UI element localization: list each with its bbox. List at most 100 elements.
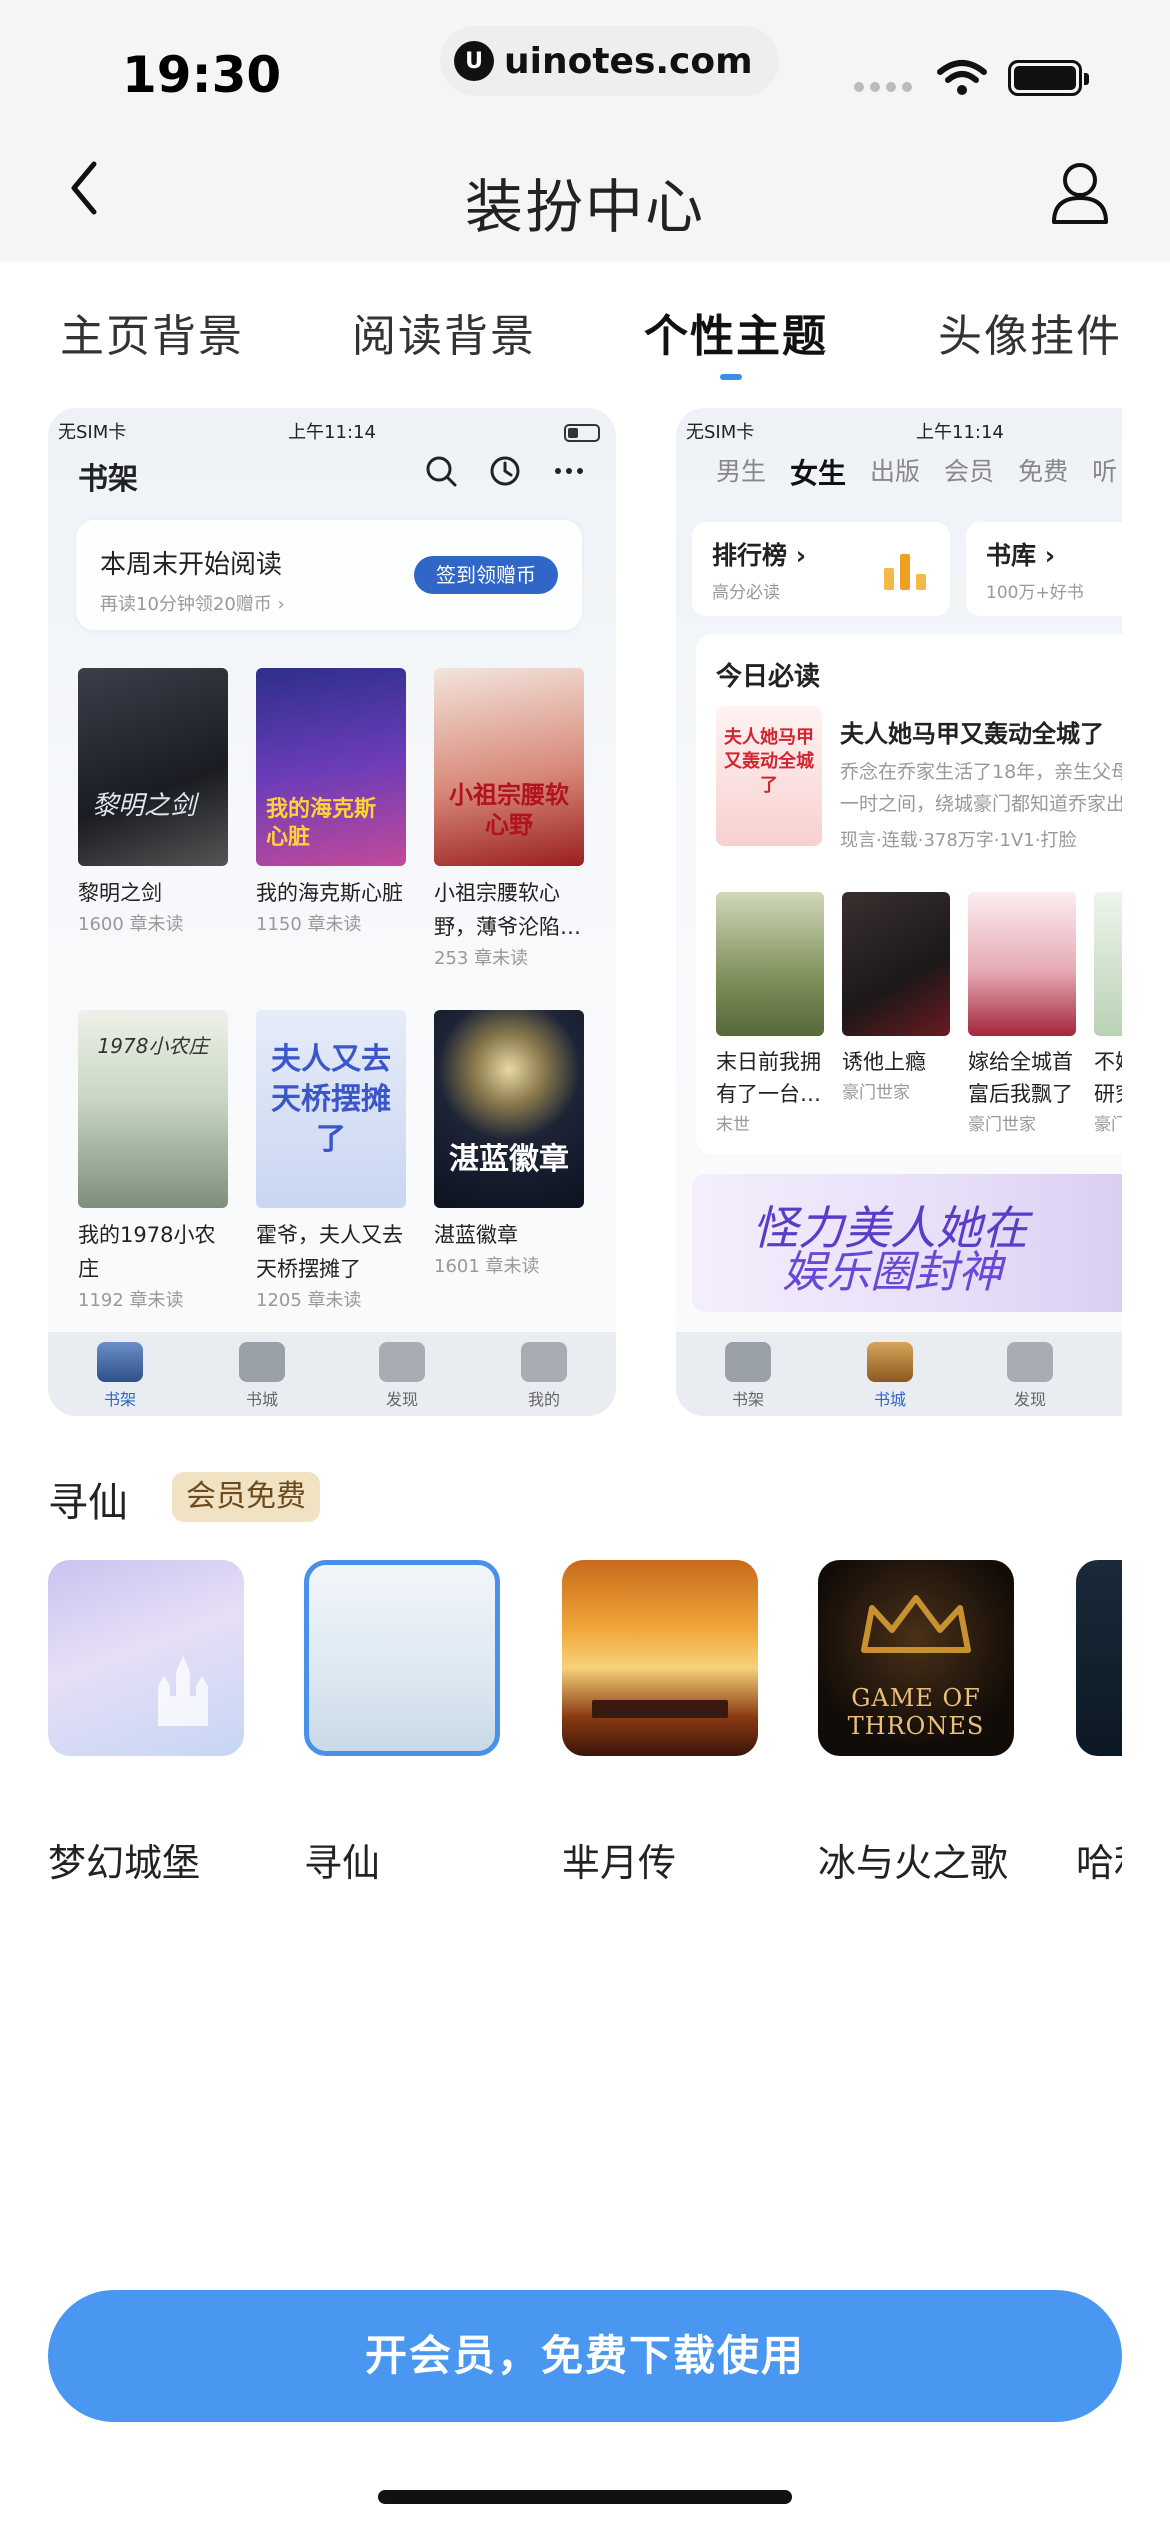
- card-subtitle: 100万+好书: [986, 583, 1084, 603]
- discover-icon: [379, 1342, 425, 1382]
- theme-preview-bookshelf[interactable]: 无SIM卡 上午11:14 书架 本周末开始阅读 再读10分钟领20赠币 › 签…: [48, 408, 616, 1416]
- theme-section-title: 寻仙: [48, 1480, 128, 1526]
- featured-book-cover: 夫人她马甲又轰动全城了: [716, 706, 822, 846]
- theme-thumbnail-selected: [304, 1560, 500, 1756]
- ranking-bars-icon: [884, 554, 926, 590]
- preview-bottom-nav: 书架 书城 发现 我的: [48, 1332, 616, 1416]
- tab-home-background[interactable]: 主页背景: [60, 300, 244, 364]
- featured-desc: 乔念在乔家生活了18年，亲生父母找: [840, 761, 1122, 783]
- today-must-read: 今日必读 夫人她马甲又轰动全城了 夫人她马甲又轰动全城了 乔念在乔家生活了18年…: [696, 634, 1122, 1154]
- theme-name: 冰与火之歌: [818, 1841, 1009, 1885]
- crown-icon: [861, 1595, 971, 1653]
- tab-avatar-frame[interactable]: 头像挂件: [938, 300, 1122, 364]
- preview-time: 上午11:14: [288, 422, 376, 443]
- book-item: 末日前我拥有了一台… 末世: [716, 892, 824, 1140]
- preview-battery-icon: [564, 424, 600, 442]
- more-icon: [555, 468, 583, 474]
- tab-bar: 主页背景 阅读背景 个性主题 头像挂件: [0, 300, 1170, 380]
- cover-text: 湛蓝徽章: [449, 1142, 569, 1177]
- book-item: 诱他上瘾 豪门世家: [842, 892, 950, 1108]
- preview-nav-bookshelf: 书架: [90, 1342, 150, 1410]
- library-card: 书库 › 100万+好书: [966, 522, 1122, 616]
- theme-item-miyue[interactable]: 芈月传: [562, 1560, 758, 1885]
- book-title: 我的海克斯心脏: [256, 881, 403, 905]
- preview-nav-store: 书城: [232, 1342, 292, 1410]
- book-cover: [842, 892, 950, 1036]
- category-vip: 会员: [944, 457, 995, 486]
- theme-name: 芈月传: [562, 1841, 677, 1885]
- page-title: 装扮中心: [464, 173, 705, 241]
- book-meta: 253 章未读: [434, 948, 529, 969]
- book-item: 湛蓝徽章 湛蓝徽章 1601 章未读: [434, 1010, 584, 1282]
- discover-icon: [1007, 1342, 1053, 1382]
- book-cover: 湛蓝徽章: [434, 1010, 584, 1208]
- tab-reading-background[interactable]: 阅读背景: [352, 300, 536, 364]
- preview-time: 上午11:14: [916, 422, 1004, 443]
- book-meta: 豪门世家: [968, 1115, 1036, 1135]
- book-item: 1978小农庄 我的1978小农庄 1192 章未读: [78, 1010, 228, 1316]
- vip-free-badge: 会员免费: [172, 1472, 320, 1522]
- preview-categories: 男生 女生 出版 会员 免费 听: [716, 452, 1117, 492]
- home-indicator: [378, 2490, 792, 2504]
- status-time: 19:30: [122, 46, 282, 104]
- book-cover: 小祖宗腰软心野: [434, 668, 584, 866]
- card-title: 排行榜 ›: [712, 541, 807, 570]
- url-pill[interactable]: U uinotes.com: [440, 26, 779, 96]
- theme-thumbnail: [48, 1560, 244, 1756]
- bookshelf-icon: [97, 1342, 143, 1382]
- banner-subtitle: 再读10分钟领20赠币 ›: [100, 594, 285, 615]
- book-cover: [1094, 892, 1122, 1036]
- theme-preview-store[interactable]: 无SIM卡 上午11:14 男生 女生 出版 会员 免费 听 排行榜 › 高分必…: [676, 408, 1122, 1416]
- category-audio: 听: [1092, 457, 1118, 486]
- book-title: 嫁给全城首富后我飘了: [968, 1050, 1073, 1106]
- active-tab-indicator: [720, 374, 742, 380]
- theme-item-game-of-thrones[interactable]: GAME OF THRONES 冰与火之歌: [818, 1560, 1014, 1885]
- theme-thumbnail: [562, 1560, 758, 1756]
- book-meta: 1192 章未读: [78, 1290, 184, 1311]
- preview-bottom-nav: 书架 书城 发现: [676, 1332, 1122, 1416]
- theme-thumbnail: [1076, 1560, 1122, 1756]
- banner-checkin-button: 签到领赠币: [414, 556, 558, 594]
- featured-title: 夫人她马甲又轰动全城了: [840, 720, 1104, 748]
- game-of-thrones-logo-text: GAME OF THRONES: [847, 1684, 985, 1740]
- book-cover: 黎明之剑: [78, 668, 228, 866]
- book-title: 末日前我拥有了一台…: [716, 1050, 821, 1106]
- preview-nav-discover: 发现: [1000, 1342, 1060, 1410]
- search-icon: [426, 456, 457, 487]
- book-title: 诱他上瘾: [842, 1050, 926, 1074]
- top-bar: 19:30 U uinotes.com 装扮中心: [0, 0, 1170, 262]
- book-meta: 豪门世家: [842, 1083, 910, 1103]
- wifi-icon: [937, 60, 987, 95]
- theme-name: 寻仙: [304, 1841, 381, 1885]
- profile-icon[interactable]: [1050, 160, 1110, 226]
- theme-item-dream-castle[interactable]: 梦幻城堡: [48, 1560, 244, 1885]
- preview-status-bar: 无SIM卡 上午11:14: [686, 418, 1112, 448]
- book-meta: 1600 章未读: [78, 914, 184, 935]
- tab-personal-theme[interactable]: 个性主题: [644, 300, 828, 364]
- url-text: uinotes.com: [504, 40, 753, 82]
- store-icon: [867, 1342, 913, 1382]
- theme-item-harry-potter[interactable]: 哈利: [1076, 1560, 1122, 1900]
- category-free: 免费: [1018, 457, 1069, 486]
- book-item: 不婚研究 豪门: [1094, 892, 1122, 1140]
- book-item: 黎明之剑 黎明之剑 1600 章未读: [78, 668, 228, 940]
- card-title: 书库 ›: [986, 541, 1056, 570]
- book-meta: 1205 章未读: [256, 1290, 362, 1311]
- ranking-card: 排行榜 › 高分必读: [692, 522, 950, 616]
- book-meta: 末世: [716, 1115, 750, 1135]
- castle-icon: [158, 1656, 208, 1726]
- category-publish: 出版: [870, 457, 921, 486]
- cellular-signal-icon: [854, 82, 912, 92]
- book-cover: 我的海克斯心脏: [256, 668, 406, 866]
- theme-thumbnail: GAME OF THRONES: [818, 1560, 1014, 1756]
- preview-nav-mine: 我的: [514, 1342, 574, 1410]
- book-cover: 夫人又去天桥摆摊了: [256, 1010, 406, 1208]
- theme-item-xunxian[interactable]: 寻仙: [304, 1560, 500, 1885]
- preview-nav-store: 书城: [860, 1342, 920, 1410]
- vip-download-button[interactable]: 开会员，免费下载使用: [48, 2290, 1122, 2422]
- today-heading: 今日必读: [716, 662, 821, 692]
- theme-name: 梦幻城堡: [48, 1841, 201, 1885]
- history-icon: [490, 456, 520, 486]
- reading-banner: 本周末开始阅读 再读10分钟领20赠币 › 签到领赠币: [76, 520, 582, 630]
- category-female: 女生: [790, 457, 847, 490]
